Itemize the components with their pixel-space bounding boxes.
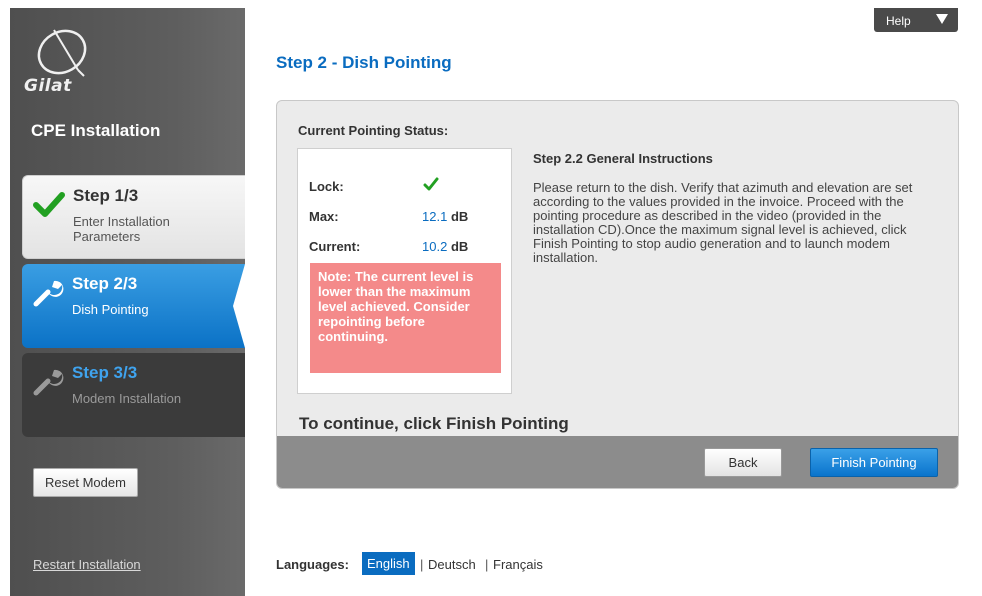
logo-text: Gilat [24,76,72,96]
satellite-dish-icon [37,29,87,77]
max-unit: dB [450,209,469,224]
max-number: 12.1 [422,209,448,224]
content-panel: Current Pointing Status: Lock: Max: 12.1… [276,100,959,489]
check-icon [423,177,439,191]
finish-pointing-button[interactable]: Finish Pointing [810,448,938,477]
max-label: Max: [309,209,339,224]
max-value: 12.1 dB [422,209,468,224]
sidebar: Gilat CPE Installation Step 1/3 Enter In… [0,0,245,596]
sidebar-step-2[interactable]: Step 2/3 Dish Pointing [22,264,245,348]
sidebar-step-3[interactable]: Step 3/3 Modem Installation [22,353,245,437]
continue-prompt: To continue, click Finish Pointing [299,414,569,433]
active-step-pointer [233,264,245,348]
step-title: Step 3/3 [72,363,138,382]
warning-note: Note: The current level is lower than th… [310,263,501,373]
instructions-body: Please return to the dish. Verify that a… [533,180,913,265]
wrench-icon [33,369,64,396]
back-button[interactable]: Back [704,448,782,477]
help-button[interactable]: Help [874,8,958,32]
step-subtitle: Dish Pointing [72,302,149,317]
sidebar-title: CPE Installation [31,121,161,140]
step-title: Step 2/3 [72,274,138,293]
current-unit: dB [450,239,469,254]
button-bar: Back Finish Pointing [277,436,958,488]
step-subtitle: Modem Installation [72,391,182,406]
gilat-logo: Gilat [22,24,92,104]
page-title: Step 2 - Dish Pointing [276,53,452,72]
language-option-english[interactable]: English [362,552,415,575]
current-value: 10.2 dB [422,239,468,254]
check-icon [33,192,65,217]
reset-modem-button[interactable]: Reset Modem [33,468,138,497]
chevron-down-icon [936,14,948,24]
language-separator: | [420,557,424,572]
language-option-francais[interactable]: Français [493,557,543,572]
current-number: 10.2 [422,239,448,254]
languages-label: Languages: [276,557,349,572]
status-heading: Current Pointing Status: [298,123,449,138]
instructions-heading: Step 2.2 General Instructions [533,151,713,166]
sidebar-step-1[interactable]: Step 1/3 Enter Installation Parameters [22,175,245,259]
restart-installation-link[interactable]: Restart Installation [33,557,141,572]
pointing-status-box: Lock: Max: 12.1 dB Current: 10.2 dB Note… [297,148,512,394]
language-separator: | [485,557,489,572]
lock-label: Lock: [309,179,344,194]
help-label: Help [886,14,911,28]
language-option-deutsch[interactable]: Deutsch [428,557,476,572]
wrench-icon [33,280,64,307]
step-subtitle: Enter Installation Parameters [73,214,170,244]
current-label: Current: [309,239,361,254]
step-title: Step 1/3 [73,186,139,205]
